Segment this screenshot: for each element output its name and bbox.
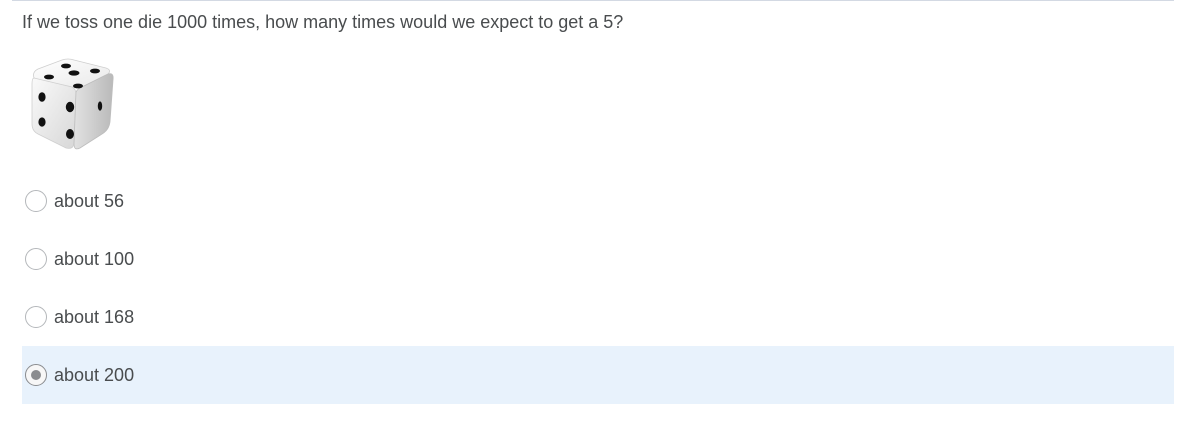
option-about-56[interactable]: about 56 [22, 172, 1174, 230]
radio-button[interactable] [25, 248, 47, 270]
radio-button[interactable] [25, 306, 47, 328]
radio-button[interactable] [25, 364, 47, 386]
option-about-200[interactable]: about 200 [22, 346, 1174, 404]
radio-button[interactable] [25, 190, 47, 212]
question-text: If we toss one die 1000 times, how many … [22, 12, 624, 32]
option-label: about 168 [54, 307, 135, 327]
option-label: about 200 [54, 365, 135, 385]
answer-options: about 56 about 100 about 168 about 200 [22, 172, 1174, 404]
radio-dot [31, 370, 41, 380]
option-label: about 56 [54, 191, 125, 211]
top-divider [12, 0, 1174, 1]
die-image [28, 56, 118, 152]
option-label: about 100 [54, 249, 135, 269]
option-about-168[interactable]: about 168 [22, 288, 1174, 346]
option-about-100[interactable]: about 100 [22, 230, 1174, 288]
die-icon [31, 58, 114, 150]
